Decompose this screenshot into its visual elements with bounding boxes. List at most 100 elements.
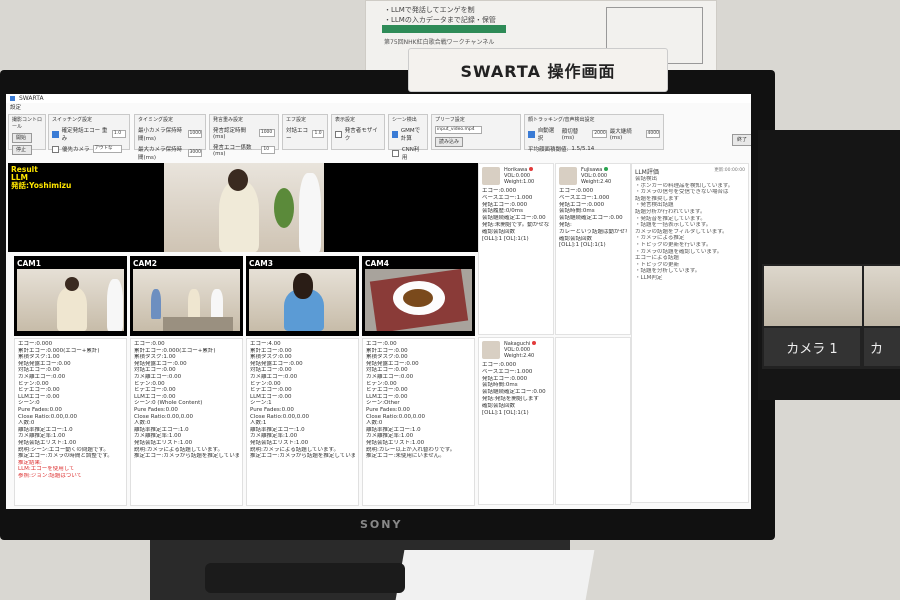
table-decor (163, 317, 233, 331)
cam4-panel[interactable]: CAM4 (362, 256, 475, 336)
cam-info-line: 対話エコー:0.00 (18, 367, 60, 374)
cam-info-line: カメ離エコー:0.00 (366, 373, 414, 380)
speech-weight-group: 発言重み設定 発言認定時間(ms) 1000 発言エコー係数(ms) 10 (209, 114, 279, 157)
face-switch-label: 顔切替(ms) (561, 129, 579, 141)
speaker-stat-line: [OLL]:1 [OL]:1(1) (482, 409, 529, 416)
cam-info-line: Pure Fades:0.00 (366, 406, 410, 413)
person-figure (57, 287, 87, 331)
utterance-echo-checkbox[interactable] (52, 130, 59, 138)
cam-info-line: 人数:0 (18, 420, 35, 427)
cam-info-line: LLMエコー:0.00 (18, 393, 60, 400)
utterance-echo-label: 確定発話エコー 重み (61, 128, 108, 142)
group-label: 表示設定 (335, 117, 356, 123)
dialog-echo-input[interactable]: 1.0 (312, 130, 324, 138)
exit-button[interactable]: 終了 (732, 134, 751, 146)
group-label: エフ設定 (286, 117, 307, 123)
speaker-status-dot (603, 167, 608, 171)
group-label: 顔トラッキング/音声検出設定 (528, 117, 595, 123)
speaker-header: Nakaguchi VOL:0.000 Weight:2.40 (482, 341, 550, 359)
max-hold-label: 最大カメラ保持時間(ms) (138, 147, 183, 161)
speaker-stat-line: 発話:未開始です。動かせない (482, 221, 550, 228)
preview-settings-group: プリーフ設定 input_video.mp4 読み込み (431, 114, 521, 150)
min-hold-input[interactable]: 1000 (187, 130, 202, 138)
auto-select-label: 自動選択 (537, 128, 555, 142)
cnn-label: CNN利用 (401, 147, 420, 161)
cam1-info: エコー:0.000 累計エコー:0.000(エコー+累計) 累積タスク:1.00 発話… (14, 338, 127, 506)
curry-decor (403, 289, 433, 307)
cam-info-line: 発話会話エリスト:1.00 (366, 439, 425, 446)
cam-info-line: Close Ratio:0.00,0.00 (134, 413, 193, 420)
group-label: タイミング設定 (138, 117, 174, 123)
cam-info-line: Close Ratio:0.00,0.00 (366, 413, 425, 420)
speaker-status-dot (528, 167, 533, 171)
weight-input[interactable]: 1.0 (111, 130, 126, 138)
cam-info-line: 累計エコー:0.00 (250, 347, 292, 354)
max-hold-input[interactable]: 3000 (187, 149, 202, 157)
person-head (65, 277, 79, 291)
speech-coef-input[interactable]: 10 (261, 146, 275, 154)
speech-time-input[interactable]: 1000 (258, 129, 275, 137)
cam3-panel[interactable]: CAM3 (246, 256, 359, 336)
speaker-stat-line: 会話時間:0ms (559, 208, 595, 215)
cam-info-line: 発話発露エコー:0.00 (18, 360, 71, 367)
menu-settings[interactable]: 設定 (6, 103, 751, 111)
priority-camera-checkbox[interactable] (52, 145, 59, 153)
person-head (228, 169, 248, 191)
llm-log-line: ・発言検出話題 (635, 202, 674, 209)
cam-info-line: 対話エコー:0.00 (134, 367, 176, 374)
stop-button[interactable]: 停止 (12, 145, 32, 155)
cam3-info: エコー:4.00 累計エコー:0.00 累積タスク:0.00 発話発露エコー:0.00… (246, 338, 359, 506)
llm-log-line: ・ポンカーの料理品を検知しています。 (635, 182, 734, 189)
secondary-video-1 (764, 266, 862, 326)
llm-log-line: 話題分析が行われています。 (635, 208, 706, 215)
llm-log-line: カメラの話題をフィルタしています。 (635, 228, 728, 235)
gmm-checkbox[interactable] (392, 130, 398, 138)
cam-info-line: エコー:4.00 (250, 341, 281, 347)
cam-info-line: 推定エコー:未使用にいません。 (366, 453, 445, 460)
secondary-camera-label-2: カ (864, 328, 900, 366)
max-continue-input[interactable]: 4000 (645, 130, 660, 138)
speaker-stat-line: 発話: (559, 221, 572, 228)
face-switch-input[interactable]: 2000 (592, 130, 607, 138)
desk-paper (395, 550, 595, 600)
result-video (164, 163, 324, 252)
speaker-weight: Weight:2.40 (581, 179, 612, 185)
llm-log-line: ・話題を一括表示しています。 (635, 222, 712, 229)
speaker-weight: Weight:1.00 (504, 179, 535, 185)
priority-camera-select[interactable]: アウトな (92, 145, 122, 153)
cam-info-line: エコー:0.000 (18, 341, 53, 347)
cam-info-line: 推定エコー:カメラの時間と調整です。 (18, 453, 113, 460)
speaker-meta: Nakaguchi VOL:0.000 Weight:2.40 (504, 341, 536, 359)
result-panel: Result LLM 発話:Yoshimizu (8, 163, 484, 252)
secondary-camera-label-1: カメラ 1 (764, 328, 860, 366)
cam-info-line: LLMエコー:0.00 (366, 393, 408, 400)
cam4-label: CAM4 (365, 259, 389, 268)
llm-log-line: ・カメラによる推定 (635, 235, 685, 242)
load-button[interactable]: 読み込み (435, 137, 464, 147)
group-label: 発言重み設定 (213, 117, 244, 123)
monitor-brand: SONY (360, 518, 403, 531)
cam-info-line: カメ離推定率:1.00 (134, 433, 182, 440)
auto-select-checkbox[interactable] (528, 130, 535, 138)
speaker-stat-line: カレーという話題は動かせない (559, 228, 627, 235)
app-title: SWARTA (19, 95, 44, 102)
speaker-stat-line: ベースエコー:1.000 (482, 368, 533, 375)
start-button[interactable]: 開始 (12, 133, 32, 143)
llm-log-line: ・話題を分析しています。 (635, 268, 701, 275)
cam3-video (249, 269, 356, 331)
effect-settings-group: エフ設定 対話エコー 1.0 (282, 114, 328, 150)
video-source-select[interactable]: input_video.mp4 (435, 126, 482, 134)
mosaic-label: 発言者モザイク (344, 128, 378, 142)
cam1-panel[interactable]: CAM1 (14, 256, 127, 336)
result-speaker: 発話:Yoshimizu (11, 181, 72, 190)
cam-info-line: Pure Fades:0.00 (18, 406, 62, 413)
poster-line-3: 第75回NHK紅白歌合戦ワークチャンネル (384, 39, 495, 46)
cnn-checkbox[interactable] (392, 149, 399, 157)
result-empty-frame (324, 163, 484, 252)
cam-info-line: 累積タスク:1.00 (18, 354, 60, 361)
speaker-stats: エコー:0.000 ベースエコー:1.000 発話エコー:0.000 会話時間:0ms… (559, 188, 627, 249)
mosaic-checkbox[interactable] (335, 130, 342, 138)
cam2-panel[interactable]: CAM2 (130, 256, 243, 336)
person-head (293, 273, 313, 299)
speaker-stat-line: 発話エコー:0.000 (482, 375, 528, 382)
